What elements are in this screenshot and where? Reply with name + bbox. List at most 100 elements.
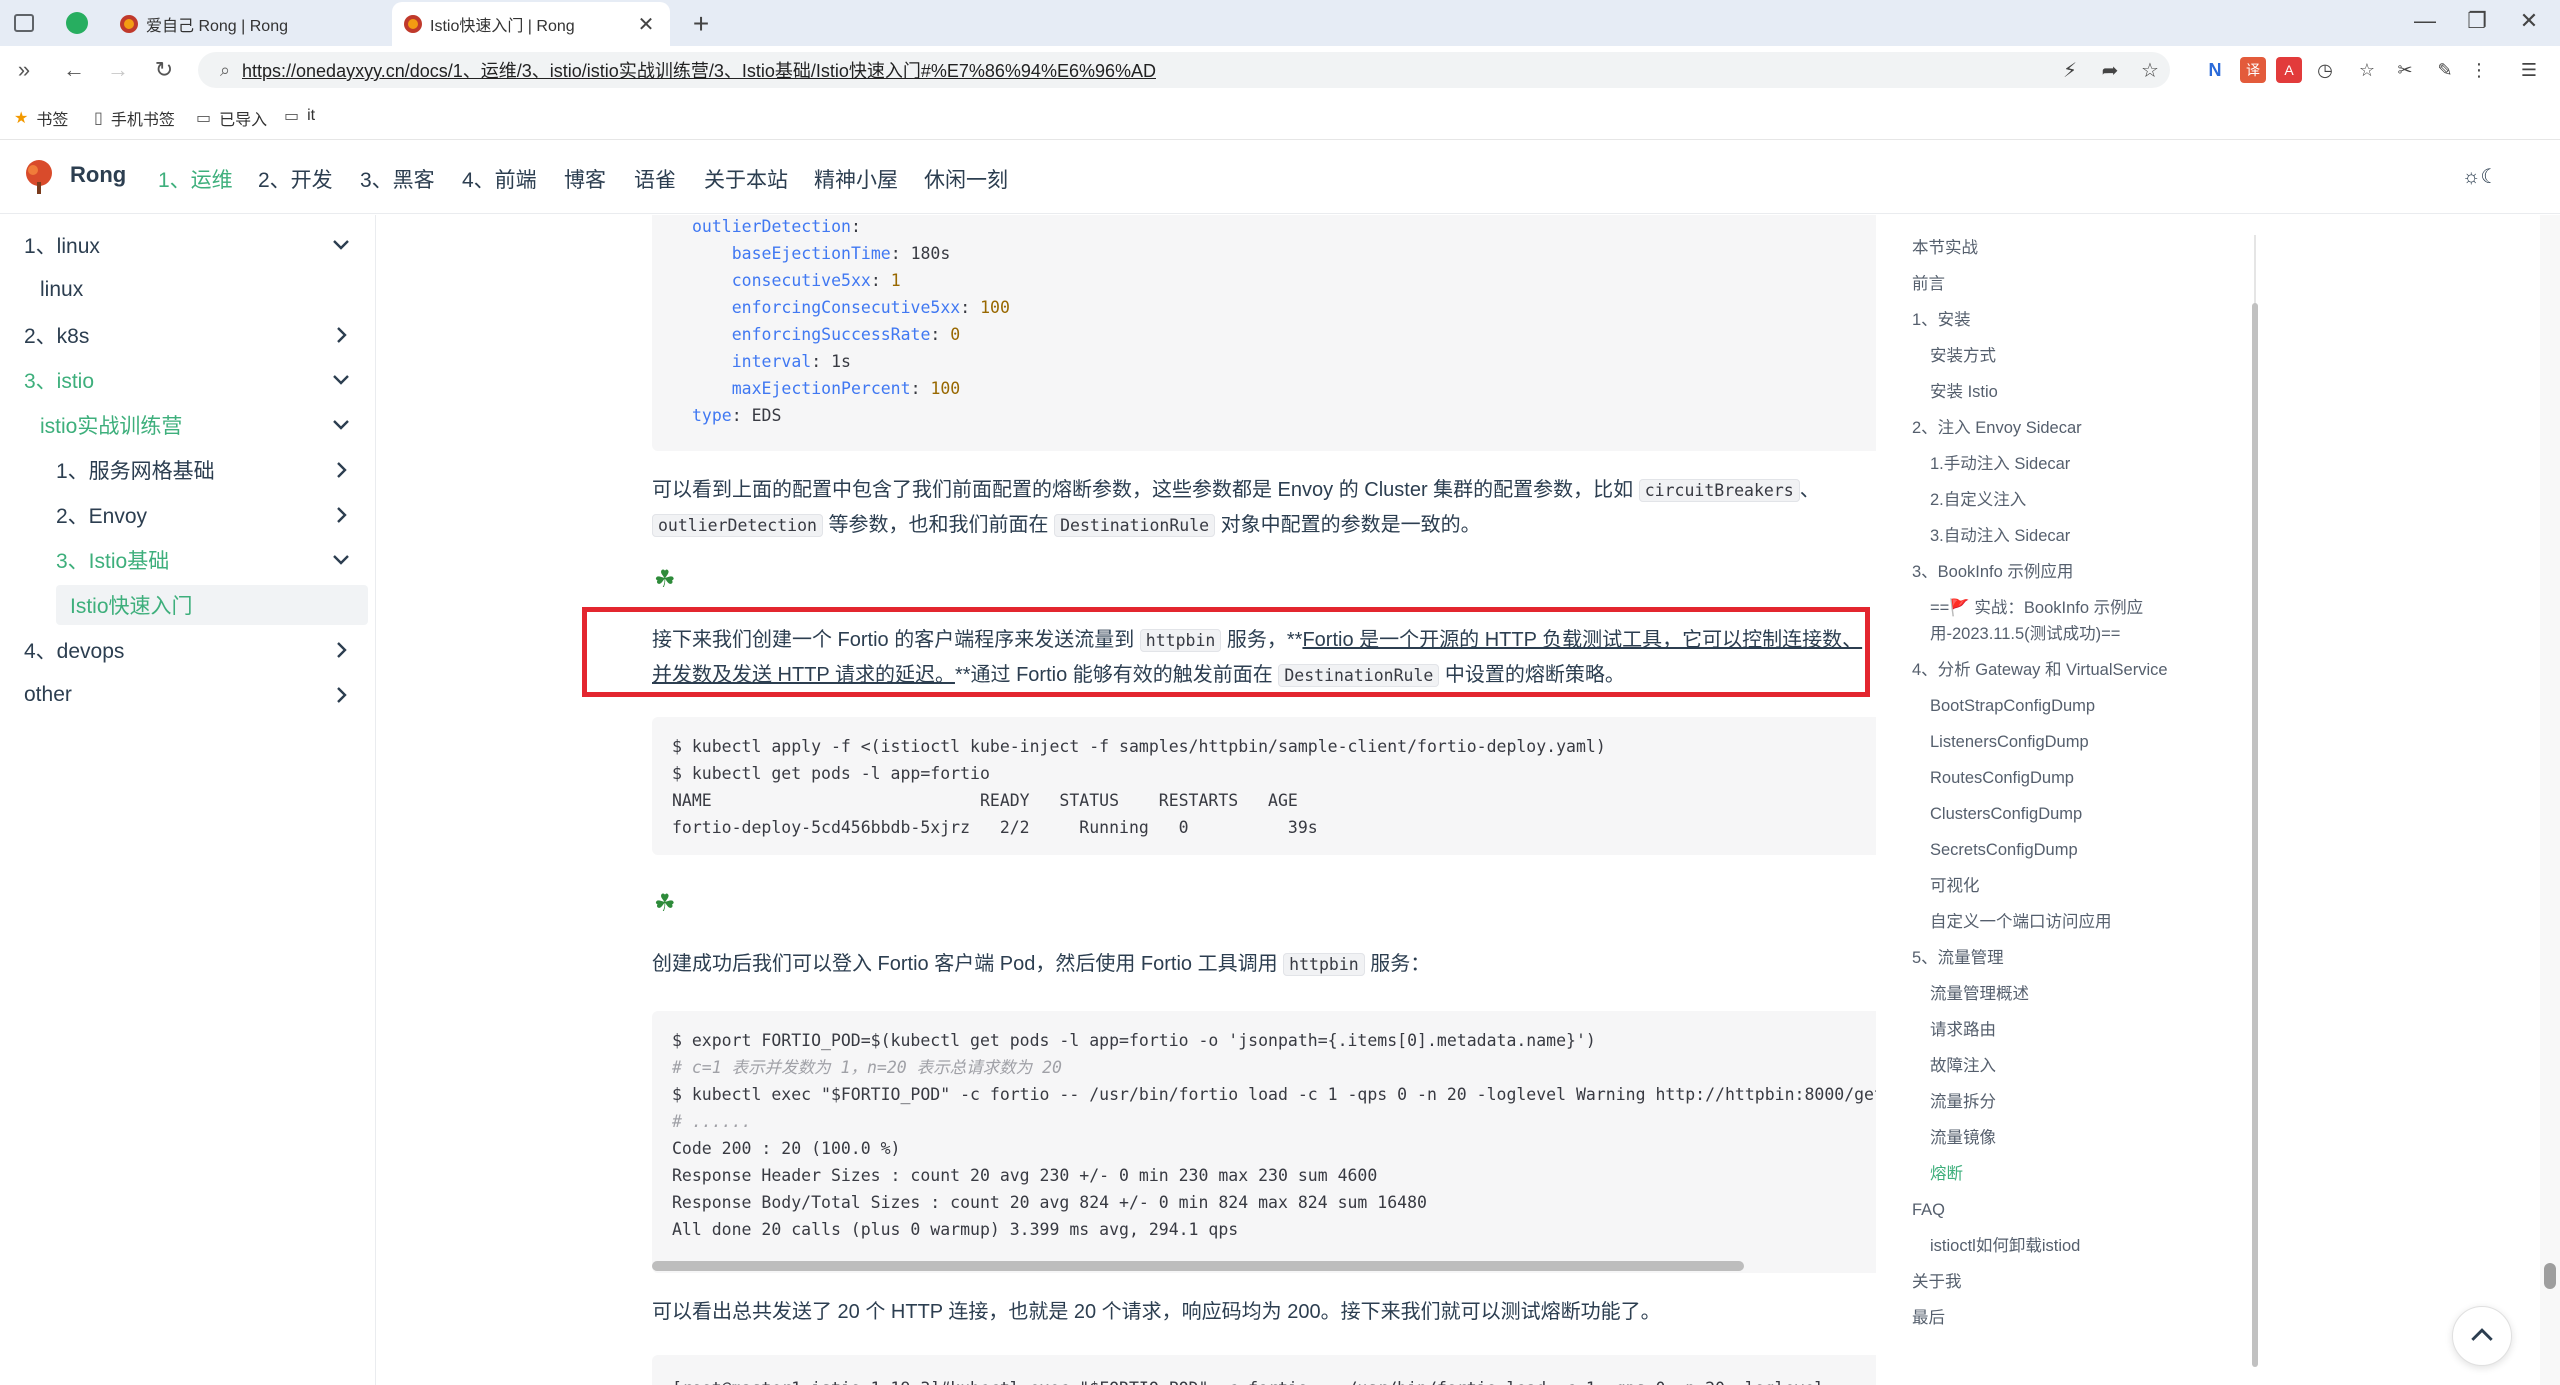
sidebar-item-istio-basics[interactable]: 3、Istio基础 xyxy=(0,540,376,580)
toc-item[interactable]: 故障注入 xyxy=(1930,1055,1996,1077)
forward-button[interactable]: → xyxy=(102,56,134,84)
nav-item-hacker[interactable]: 3、黑客 xyxy=(360,164,435,194)
toc-item[interactable]: 流量管理概述 xyxy=(1930,983,2029,1005)
toc-item[interactable]: 流量镜像 xyxy=(1930,1127,1996,1149)
toc-item[interactable]: 1、安装 xyxy=(1912,309,1971,331)
toc-item[interactable]: 4、分析 Gateway 和 VirtualService xyxy=(1912,659,2168,681)
toc-item[interactable]: FAQ xyxy=(1912,1199,1945,1221)
sidebar-item-linux[interactable]: 1、linux xyxy=(0,225,376,265)
bookmarks-bar: ★ 书签 ▯ 手机书签 ▭ 已导入 ▭ it xyxy=(0,94,2560,140)
toc-item[interactable]: 2、注入 Envoy Sidecar xyxy=(1912,417,2082,439)
tab-close-icon[interactable]: ✕ xyxy=(634,12,658,37)
nav-item-leisure[interactable]: 休闲一刻 xyxy=(924,164,1008,194)
code-line: $ kubectl exec "$FORTIO_POD" -c fortio -… xyxy=(672,1085,1876,1104)
sidebar-toggle-icon[interactable] xyxy=(14,14,34,32)
minimize-button[interactable]: — xyxy=(2400,8,2450,34)
chevron-down-icon xyxy=(333,375,349,385)
restore-button[interactable]: ❐ xyxy=(2452,8,2502,34)
toc-item[interactable]: ==🚩 实战：BookInfo 示例应 xyxy=(1930,597,2143,619)
toc-item[interactable]: ClustersConfigDump xyxy=(1930,803,2082,825)
toc-item[interactable]: ListenersConfigDump xyxy=(1930,731,2089,753)
history-icon[interactable]: ◷ xyxy=(2312,57,2338,83)
sidebar-item-envoy[interactable]: 2、Envoy xyxy=(0,495,376,535)
sidebar-item-k8s[interactable]: 2、k8s xyxy=(0,315,376,355)
nav-item-spirit[interactable]: 精神小屋 xyxy=(814,164,898,194)
bookmark-item[interactable]: ▯ 手机书签 xyxy=(94,106,175,130)
toc-scrollbar-thumb[interactable] xyxy=(2252,303,2258,1367)
sidebar-item-istio-quickstart[interactable]: Istio快速入门 xyxy=(56,585,368,625)
new-tab-button[interactable]: + xyxy=(686,8,716,40)
toc-item[interactable]: 最后 xyxy=(1912,1307,1945,1329)
bookmark-item[interactable]: ▭ it xyxy=(284,106,315,126)
page-scrollbar[interactable] xyxy=(2540,215,2560,1385)
code-block-partial: [root@master1 istio-1.19.3]#kubectl exec… xyxy=(652,1355,1876,1385)
nav-item-yuque[interactable]: 语雀 xyxy=(634,164,676,194)
toc-item[interactable]: 关于我 xyxy=(1912,1271,1962,1293)
docs-sidebar: 1、linux linux 2、k8s 3、istio istio实战训练营 1… xyxy=(0,215,376,1385)
sidebar-item-linux-page[interactable]: linux xyxy=(0,270,376,310)
toc-item[interactable]: 安装方式 xyxy=(1930,345,1996,367)
code-horizontal-scrollbar[interactable] xyxy=(652,1261,1744,1271)
code-line: Code 200 : 20 (100.0 %) xyxy=(672,1139,901,1158)
sidebar-item-devops[interactable]: 4、devops xyxy=(0,630,376,670)
back-to-top-button[interactable] xyxy=(2452,1306,2512,1366)
address-bar[interactable]: ⌕ https://onedayxyy.cn/docs/1、运维/3、istio… xyxy=(198,52,2170,88)
nav-item-blog[interactable]: 博客 xyxy=(564,164,606,194)
toc-item[interactable]: RoutesConfigDump xyxy=(1930,767,2074,789)
chevron-right-icon xyxy=(337,687,347,703)
nav-item-frontend[interactable]: 4、前端 xyxy=(462,164,537,194)
toc-item[interactable]: 用-2023.11.5(测试成功)== xyxy=(1930,623,2120,645)
extension-pdf-icon[interactable]: A xyxy=(2276,57,2302,83)
toc-item[interactable]: 请求路由 xyxy=(1930,1019,1996,1041)
browser-profile-icon[interactable] xyxy=(66,12,88,34)
toc-item[interactable]: BootStrapConfigDump xyxy=(1930,695,2095,717)
expand-icon[interactable]: » xyxy=(8,56,40,84)
reload-button[interactable]: ↻ xyxy=(148,56,180,84)
favorite-star-icon[interactable]: ☆ xyxy=(2130,58,2170,83)
toc-item[interactable]: 可视化 xyxy=(1930,875,1980,897)
site-brand[interactable]: Rong xyxy=(70,162,126,188)
nav-item-about[interactable]: 关于本站 xyxy=(704,164,788,194)
toc-item[interactable]: 熔断 xyxy=(1930,1163,1963,1185)
toc-item[interactable]: 自定义一个端口访问应用 xyxy=(1930,911,2112,933)
toc-item[interactable]: 本节实战 xyxy=(1912,237,1978,259)
toc-item[interactable]: 3.自动注入 Sidecar xyxy=(1930,525,2070,547)
toc-item[interactable]: 流量拆分 xyxy=(1930,1091,1996,1113)
nav-item-dev[interactable]: 2、开发 xyxy=(258,164,333,194)
theme-toggle-icon[interactable]: ☼☾ xyxy=(2462,164,2498,189)
sidebar-menu-icon[interactable]: ☰ xyxy=(2516,57,2542,83)
chevron-right-icon xyxy=(337,642,347,658)
tab-active[interactable]: Istio快速入门 | Rong ✕ xyxy=(392,2,670,46)
toc-item[interactable]: 5、流量管理 xyxy=(1912,947,2004,969)
toc-item[interactable]: istioctl如何卸载istiod xyxy=(1930,1235,2080,1257)
back-button[interactable]: ← xyxy=(58,56,90,84)
tab-title: 爱自己 Rong | Rong xyxy=(146,18,288,35)
share-icon[interactable]: ➦ xyxy=(2090,58,2130,83)
sidebar-item-mesh-basics[interactable]: 1、服务网格基础 xyxy=(0,450,376,490)
bookmark-item[interactable]: ▭ 已导入 xyxy=(196,106,267,130)
url-text[interactable]: https://onedayxyy.cn/docs/1、运维/3、istio/i… xyxy=(242,57,2050,83)
tab-inactive[interactable]: 爱自己 Rong | Rong xyxy=(108,2,388,46)
more-menu-icon[interactable]: ⋮ xyxy=(2466,57,2492,83)
window-close-button[interactable]: ✕ xyxy=(2504,8,2554,34)
bookmark-item[interactable]: ★ 书签 xyxy=(14,106,68,130)
sidebar-item-istio[interactable]: 3、istio xyxy=(0,360,376,400)
screenshot-scissors-icon[interactable]: ✂ xyxy=(2392,57,2418,83)
site-logo-icon[interactable] xyxy=(20,158,58,196)
edit-pen-icon[interactable]: ✎ xyxy=(2432,57,2458,83)
lightning-icon[interactable]: ⚡ xyxy=(2050,58,2090,83)
toc-item[interactable]: 3、BookInfo 示例应用 xyxy=(1912,561,2073,583)
page-scrollbar-thumb[interactable] xyxy=(2544,1263,2556,1289)
nav-item-ops[interactable]: 1、运维 xyxy=(158,164,233,194)
toc-item[interactable]: 前言 xyxy=(1912,273,1945,295)
sidebar-item-istio-camp[interactable]: istio实战训练营 xyxy=(0,405,376,445)
toc-item[interactable]: 1.手动注入 Sidecar xyxy=(1930,453,2070,475)
sidebar-item-other[interactable]: other xyxy=(0,675,376,715)
extension-translate-icon[interactable]: 译 xyxy=(2240,57,2266,83)
collections-star-icon[interactable]: ☆ xyxy=(2354,57,2380,83)
toc-item[interactable]: SecretsConfigDump xyxy=(1930,839,2078,861)
toc-item[interactable]: 安装 Istio xyxy=(1930,381,1998,403)
inline-code: DestinationRule xyxy=(1278,664,1440,687)
extension-n-icon[interactable]: N xyxy=(2202,57,2228,83)
toc-item[interactable]: 2.自定义注入 xyxy=(1930,489,2026,511)
